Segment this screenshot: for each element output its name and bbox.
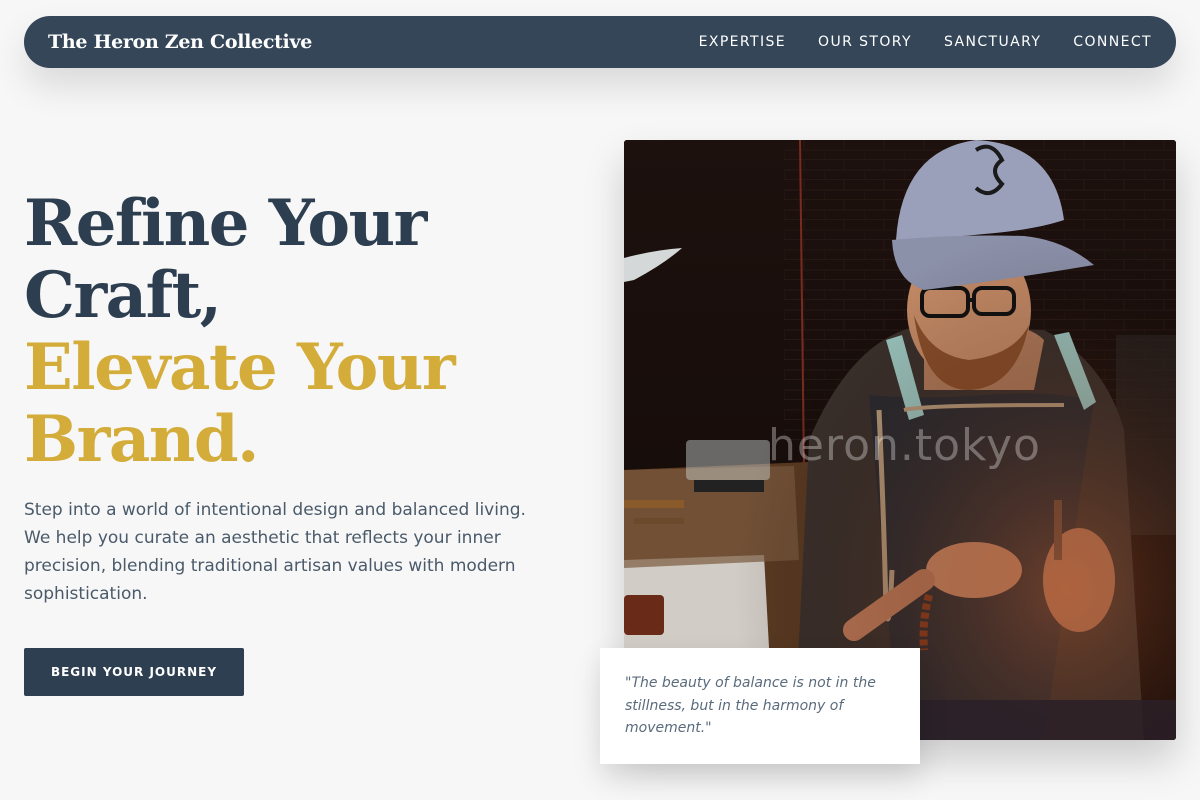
nav-link-our-story[interactable]: OUR STORY (818, 34, 912, 50)
hero-description: Step into a world of intentional design … (24, 500, 526, 604)
nav-link-expertise[interactable]: EXPERTISE (699, 34, 786, 50)
quote-card: "The beauty of balance is not in the sti… (600, 648, 920, 764)
top-navbar: The Heron Zen Collective EXPERTISE OUR S… (24, 16, 1176, 68)
nav-links: EXPERTISE OUR STORY SANCTUARY CONNECT (699, 34, 1152, 50)
nav-link-connect[interactable]: CONNECT (1073, 34, 1152, 50)
hero-title-line-3: Elevate Your (24, 330, 456, 405)
brand-logo-text[interactable]: The Heron Zen Collective (48, 31, 312, 53)
photo-watermark: heron.tokyo (768, 420, 1041, 471)
hero-title-line-2: Craft, (24, 258, 222, 333)
nav-link-sanctuary[interactable]: SANCTUARY (944, 34, 1041, 50)
hero-title-line-4: Brand. (24, 402, 259, 477)
quote-text: "The beauty of balance is not in the sti… (625, 675, 876, 736)
landing-page: The Heron Zen Collective EXPERTISE OUR S… (0, 0, 1200, 800)
hero-title: Refine Your Craft, Elevate Your Brand. (24, 186, 456, 477)
hero-title-line-1: Refine Your (24, 186, 427, 261)
begin-journey-button[interactable]: BEGIN YOUR JOURNEY (24, 648, 244, 696)
